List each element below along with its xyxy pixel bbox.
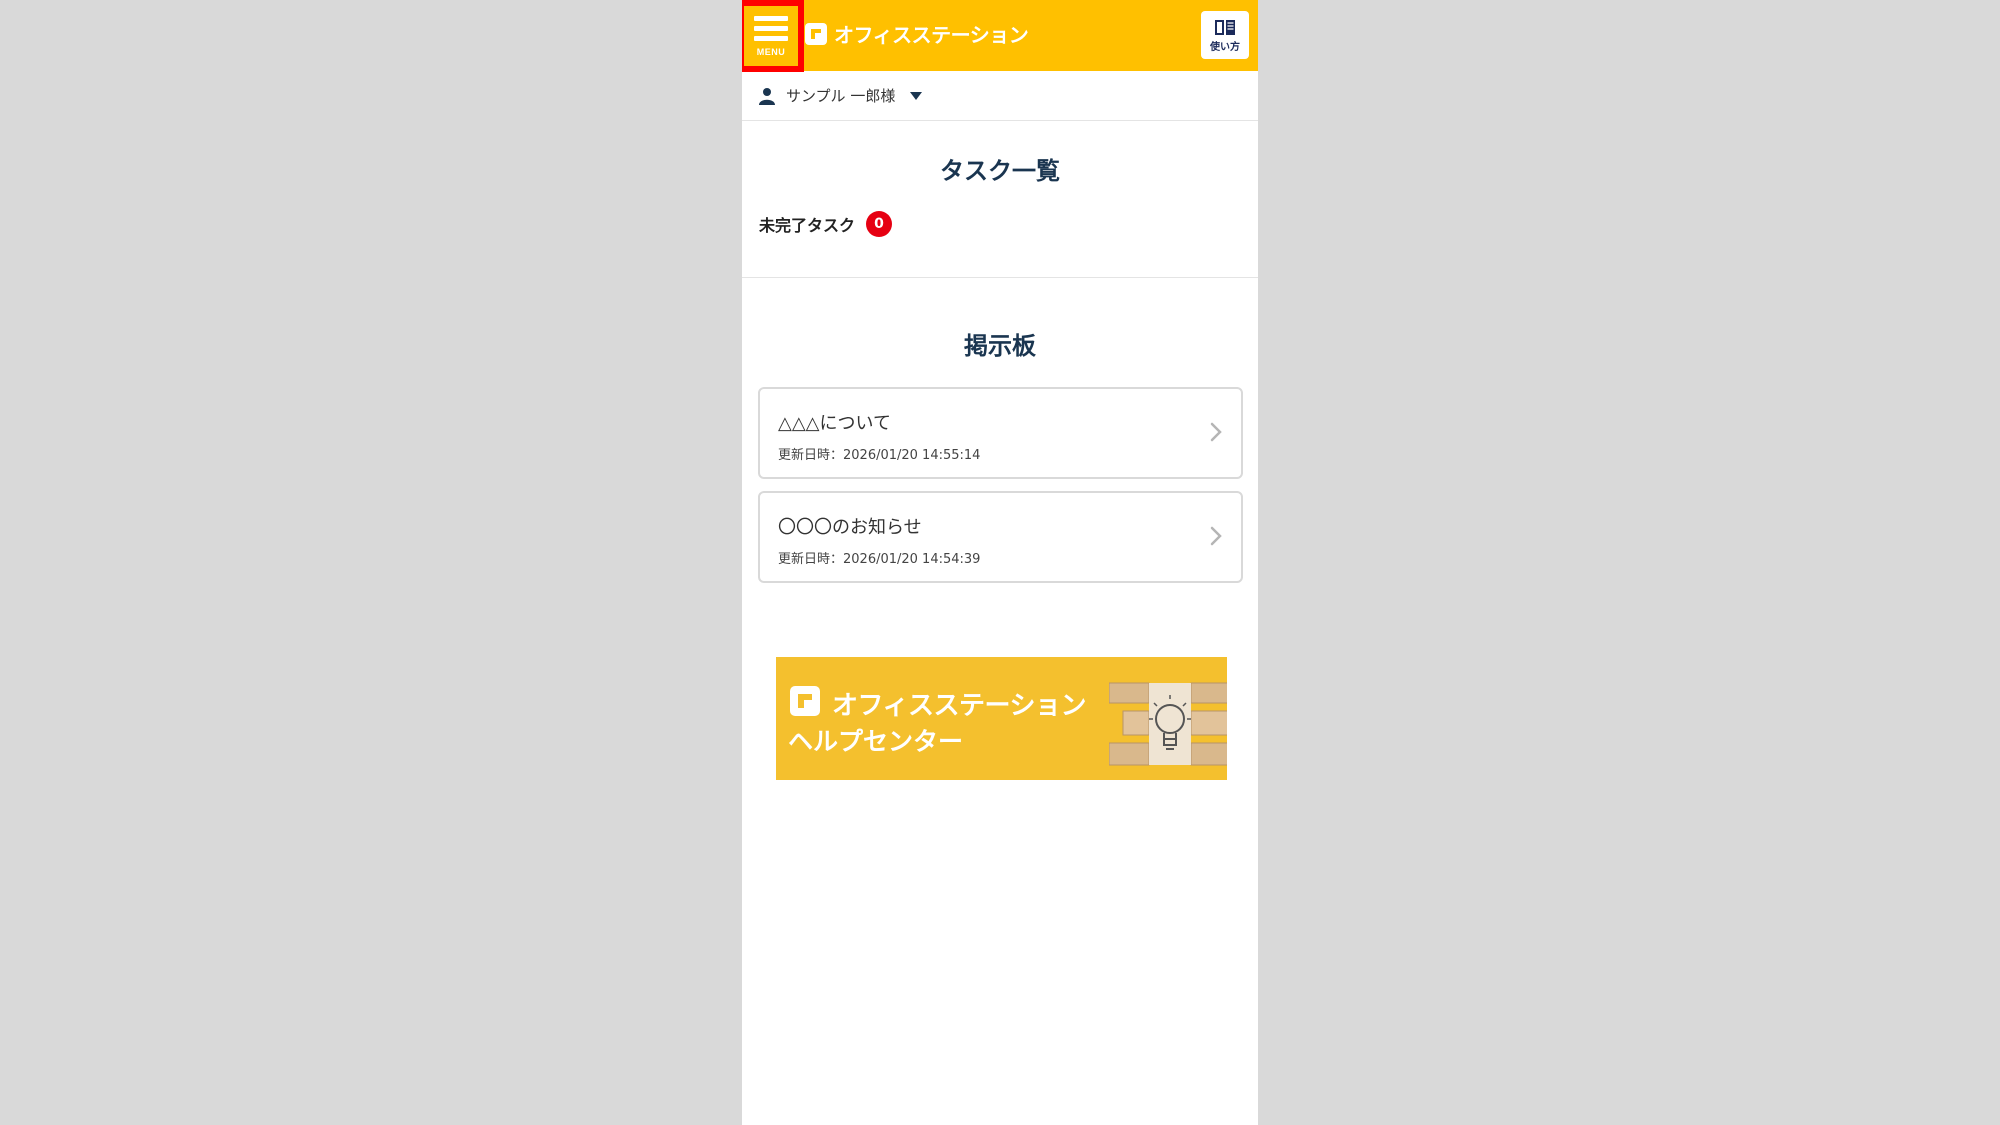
banner-subtitle: ヘルプセンター: [788, 727, 964, 756]
help-center-banner[interactable]: オフィスステーション ヘルプセンター: [776, 657, 1227, 780]
incomplete-tasks-label: 未完了タスク: [759, 216, 856, 235]
bulletin-item-title: 〇〇〇のお知らせ: [778, 517, 922, 538]
help-label: 使い方: [1210, 42, 1240, 53]
book-icon: [1215, 20, 1235, 35]
task-section: タスク一覧 未完了タスク 0: [742, 121, 1258, 278]
incomplete-tasks-link[interactable]: 未完了タスク 0: [742, 211, 1258, 237]
bulletin-item[interactable]: △△△について 更新日時：2026/01/20 14:55:14: [758, 387, 1243, 479]
logo-text: オフィスステーション: [834, 23, 1029, 47]
chevron-right-icon: [1210, 422, 1222, 442]
banner-logo-icon: [790, 686, 820, 716]
user-dropdown[interactable]: サンプル 一郎様: [742, 71, 1258, 121]
task-section-title: タスク一覧: [940, 157, 1060, 185]
bulletin-board-title: 掲示板: [964, 332, 1036, 360]
user-icon: [759, 87, 775, 105]
app-header: MENU オフィスステーション 使い方: [742, 0, 1258, 72]
menu-button[interactable]: MENU: [742, 0, 804, 72]
bulletin-item-title: △△△について: [778, 413, 891, 434]
lightbulb-blocks-icon: [1109, 682, 1227, 766]
bulletin-item-date: 更新日時：2026/01/20 14:54:39: [778, 552, 981, 567]
app-screen: MENU オフィスステーション 使い方 サンプル 一郎様 タスク一覧 未完了タス…: [742, 0, 1258, 1125]
bulletin-item-date: 更新日時：2026/01/20 14:55:14: [778, 448, 981, 463]
bulletin-board-section: 掲示板 △△△について 更新日時：2026/01/20 14:55:14 〇〇〇…: [742, 278, 1258, 583]
caret-down-icon: [910, 91, 923, 100]
app-logo[interactable]: オフィスステーション: [804, 19, 1029, 48]
help-button[interactable]: 使い方: [1201, 11, 1249, 59]
bulletin-item[interactable]: 〇〇〇のお知らせ 更新日時：2026/01/20 14:54:39: [758, 491, 1243, 583]
hamburger-icon: [754, 16, 788, 46]
banner-title: オフィスステーション: [832, 691, 1086, 721]
bulletin-list: △△△について 更新日時：2026/01/20 14:55:14 〇〇〇のお知ら…: [742, 387, 1258, 583]
incomplete-count-badge: 0: [866, 211, 893, 237]
user-name: サンプル 一郎様: [786, 87, 896, 105]
chevron-right-icon: [1210, 526, 1222, 546]
logo-mark-icon: [805, 22, 827, 45]
menu-label: MENU: [756, 47, 786, 57]
